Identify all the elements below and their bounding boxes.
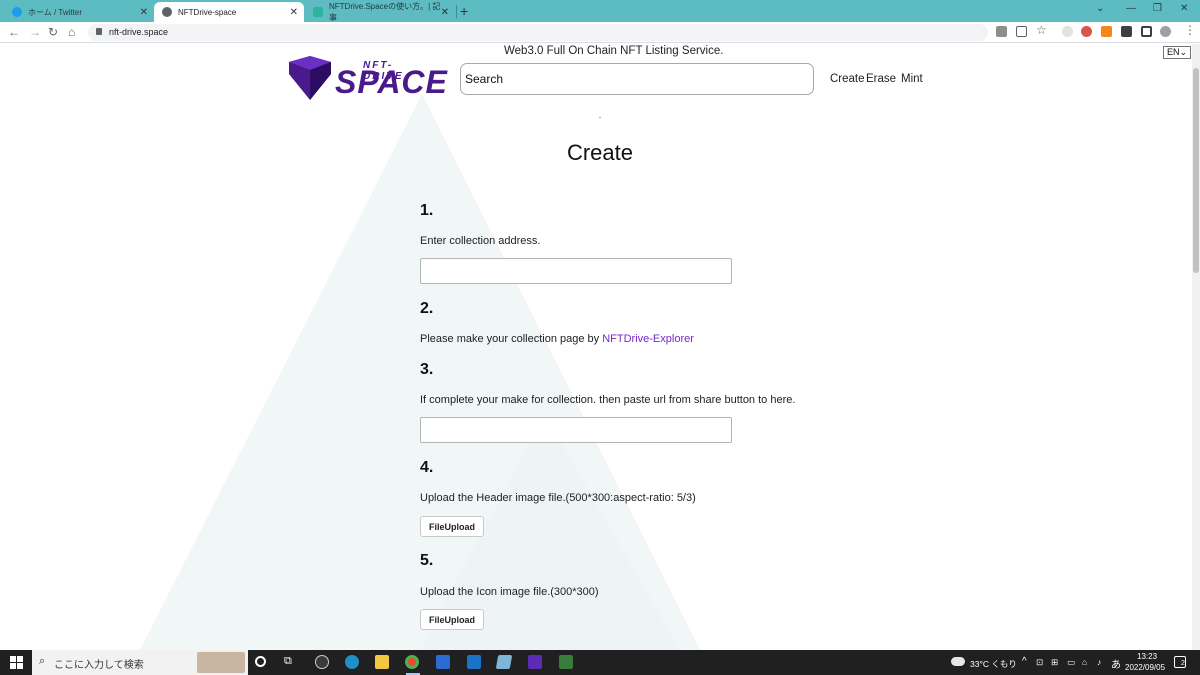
lock-icon xyxy=(96,28,102,35)
store-icon[interactable] xyxy=(436,655,450,669)
scrollbar-thumb[interactable] xyxy=(1193,68,1199,273)
network-icon[interactable]: ⌂ xyxy=(1082,657,1087,667)
windows-taskbar: ⌕ ここに入力して検索 ⧉ 33°C くもり ^ ⊡ ⊞ ▭ ⌂ ♪ あ 13:… xyxy=(0,650,1200,675)
windows-start-icon[interactable] xyxy=(10,656,24,670)
notes-app-icon[interactable] xyxy=(495,655,513,669)
step-5-instruction: Upload the Icon image file.(300*300) xyxy=(420,586,599,598)
tab-title: NFTDrive-space xyxy=(178,7,237,17)
close-icon[interactable]: ✕ xyxy=(441,7,449,18)
ime-indicator[interactable]: あ xyxy=(1111,656,1121,671)
home-icon[interactable]: ⌂ xyxy=(68,25,75,39)
nav-link-create[interactable]: Create xyxy=(830,73,865,85)
nftdrive-explorer-link[interactable]: NFTDrive-Explorer xyxy=(602,333,694,345)
search-input[interactable] xyxy=(460,63,814,95)
taskbar-search-box[interactable]: ⌕ ここに入力して検索 xyxy=(32,650,248,675)
url-text: nft-drive.space xyxy=(109,27,169,37)
taskbar-search-placeholder: ここに入力して検索 xyxy=(54,660,144,671)
close-window-icon[interactable]: ✕ xyxy=(1180,3,1188,14)
close-icon[interactable]: ✕ xyxy=(140,7,148,18)
step-1-instruction: Enter collection address. xyxy=(420,235,541,247)
tray-app-icon[interactable]: ⊡ xyxy=(1036,657,1043,668)
volume-icon[interactable]: ♪ xyxy=(1097,657,1101,667)
task-view-icon[interactable]: ⧉ xyxy=(284,655,292,668)
page-title: Create xyxy=(566,140,634,165)
language-select[interactable]: EN ⌄ xyxy=(1163,46,1191,59)
site-logo[interactable]: NFT-DRIVE SPACE xyxy=(287,56,447,102)
restore-icon[interactable]: ❐ xyxy=(1153,3,1162,14)
clock-time[interactable]: 13:23 xyxy=(1137,652,1157,661)
chevron-up-icon[interactable]: ^ xyxy=(1022,656,1027,667)
translate-icon[interactable] xyxy=(996,26,1007,37)
chrome-browser-icon[interactable] xyxy=(405,655,419,669)
clock-date[interactable]: 2022/09/05 xyxy=(1125,663,1165,672)
web-page: Web3.0 Full On Chain NFT Listing Service… xyxy=(0,44,1200,650)
step-2-instruction: Please make your collection page by NFTD… xyxy=(420,333,694,345)
notification-center-icon[interactable]: 2 xyxy=(1174,656,1186,668)
battery-icon[interactable]: ▭ xyxy=(1067,657,1075,668)
address-bar[interactable]: nft-drive.space xyxy=(88,24,988,41)
tab-title: ホーム / Twitter xyxy=(28,7,82,17)
back-arrow-icon[interactable]: ← xyxy=(8,25,20,39)
extension-icon[interactable] xyxy=(1081,26,1092,37)
dell-app-icon[interactable] xyxy=(315,655,329,669)
collection-address-input[interactable] xyxy=(420,258,732,284)
weather-text[interactable]: 33°C くもり xyxy=(970,658,1017,670)
chevron-down-icon: ⌄ xyxy=(1179,47,1187,57)
tab-twitter[interactable]: ホーム / Twitter ✕ xyxy=(4,2,154,22)
logo-text-main: SPACE xyxy=(335,64,448,100)
terminal-app-icon[interactable] xyxy=(559,655,573,669)
search-icon: ⌕ xyxy=(39,655,46,667)
close-icon[interactable]: ✕ xyxy=(290,7,298,18)
mail-icon[interactable] xyxy=(467,655,481,669)
tab-nftdrive-space[interactable]: NFTDrive-space ✕ xyxy=(154,2,304,22)
header-image-upload-button[interactable]: FileUpload xyxy=(420,516,484,537)
share-url-input[interactable] xyxy=(420,417,732,443)
step-4-instruction: Upload the Header image file.(500*300:as… xyxy=(420,492,696,504)
note-app-icon xyxy=(313,7,323,17)
new-tab-button[interactable]: + xyxy=(460,3,468,19)
forward-arrow-icon[interactable]: → xyxy=(29,25,41,39)
language-value: EN xyxy=(1167,47,1180,57)
reload-icon[interactable]: ↻ xyxy=(48,25,58,39)
twitter-bird-icon xyxy=(12,7,22,17)
tab-strip: ホーム / Twitter ✕ NFTDrive-space ✕ NFTDriv… xyxy=(0,0,1200,22)
step-1-number: 1. xyxy=(420,202,434,219)
scrollbar[interactable] xyxy=(1192,44,1200,650)
step-3-number: 3. xyxy=(420,361,434,378)
search-highlight-image-icon xyxy=(197,652,245,673)
side-panel-icon[interactable] xyxy=(1141,26,1152,37)
puzzle-icon[interactable] xyxy=(1121,26,1132,37)
notification-count: 2 xyxy=(1181,660,1185,667)
tab-title: NFTDrive.Spaceの使い方。| 記事 xyxy=(329,2,441,22)
globe-icon xyxy=(162,7,172,17)
kebab-menu-icon[interactable]: ⋮ xyxy=(1184,23,1196,37)
step-4-number: 4. xyxy=(420,459,434,476)
nftdrive-app-icon[interactable] xyxy=(528,655,542,669)
step-3-instruction: If complete your make for collection. th… xyxy=(420,394,796,406)
share-icon[interactable] xyxy=(1016,26,1027,37)
cloud-weather-icon xyxy=(951,657,965,666)
cortana-icon[interactable] xyxy=(255,656,266,667)
avatar[interactable] xyxy=(1160,26,1171,37)
edge-browser-icon[interactable] xyxy=(345,655,359,669)
tab-article[interactable]: NFTDrive.Spaceの使い方。| 記事 ✕ xyxy=(305,2,455,22)
browser-toolbar: ← → ↻ ⌂ nft-drive.space ☆ ⋮ xyxy=(0,22,1200,43)
tagline: Web3.0 Full On Chain NFT Listing Service… xyxy=(504,45,724,57)
logo-cube-icon xyxy=(289,56,331,100)
icon-image-upload-button[interactable]: FileUpload xyxy=(420,609,484,630)
nav-link-mint[interactable]: Mint xyxy=(901,73,923,85)
extension-icon[interactable] xyxy=(1062,26,1073,37)
step-2-number: 2. xyxy=(420,300,434,317)
background-mountain-decoration xyxy=(140,94,700,650)
file-explorer-icon[interactable] xyxy=(375,655,389,669)
tray-app-icon[interactable]: ⊞ xyxy=(1051,657,1058,668)
step-2-text: Please make your collection page by xyxy=(420,333,603,345)
step-5-number: 5. xyxy=(420,552,434,569)
minimize-icon[interactable]: — xyxy=(1126,3,1136,14)
nav-link-erase[interactable]: Erase xyxy=(866,73,896,85)
metamask-fox-icon[interactable] xyxy=(1101,26,1112,37)
bookmark-star-icon[interactable]: ☆ xyxy=(1036,23,1047,37)
tab-search-icon[interactable]: ⌄ xyxy=(1096,3,1104,14)
